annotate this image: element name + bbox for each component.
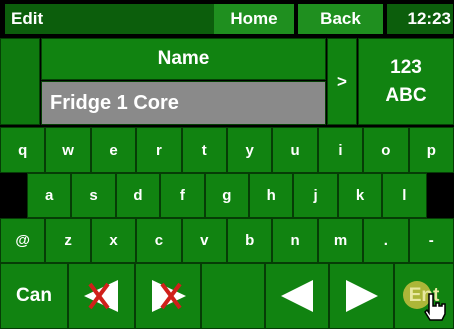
edit-title: Edit — [5, 4, 216, 34]
key-v[interactable]: v — [181, 218, 227, 263]
cursor-right-button[interactable]: > — [327, 38, 357, 125]
key-dash[interactable]: - — [408, 218, 454, 263]
key-period[interactable]: . — [363, 218, 409, 263]
clock: 12:23 — [387, 4, 453, 34]
key-a[interactable]: a — [27, 173, 72, 218]
key-x[interactable]: x — [90, 218, 137, 263]
mode-line-numbers: 123 — [390, 56, 422, 78]
key-u[interactable]: u — [272, 127, 318, 173]
key-n[interactable]: n — [272, 218, 318, 263]
delete-left-button[interactable] — [68, 263, 135, 329]
enter-button[interactable]: Ent — [394, 263, 454, 329]
key-h[interactable]: h — [249, 173, 294, 218]
arrow-right-icon — [345, 280, 378, 312]
key-e[interactable]: e — [90, 127, 137, 173]
cursor-right-arrow-button[interactable] — [329, 263, 394, 329]
key-l[interactable]: l — [382, 173, 427, 218]
key-m[interactable]: m — [317, 218, 364, 263]
blank-key — [201, 263, 265, 329]
key-s[interactable]: s — [71, 173, 116, 218]
key-g[interactable]: g — [204, 173, 249, 218]
mode-toggle-button[interactable]: 123 ABC — [358, 38, 454, 125]
name-input[interactable]: Fridge 1 Core — [41, 81, 326, 125]
key-p[interactable]: p — [408, 127, 454, 173]
key-f[interactable]: f — [160, 173, 205, 218]
key-q[interactable]: q — [0, 127, 46, 173]
key-j[interactable]: j — [293, 173, 338, 218]
key-w[interactable]: w — [45, 127, 91, 173]
cursor-left-button[interactable] — [265, 263, 329, 329]
row-edge-spacer — [427, 173, 454, 218]
key-i[interactable]: i — [317, 127, 364, 173]
key-at[interactable]: @ — [0, 218, 46, 263]
key-t[interactable]: t — [181, 127, 227, 173]
row-edge-spacer — [0, 173, 27, 218]
hand-cursor-icon — [424, 293, 446, 321]
key-o[interactable]: o — [363, 127, 409, 173]
key-y[interactable]: y — [227, 127, 273, 173]
key-d[interactable]: d — [115, 173, 161, 218]
delete-left-icon — [83, 280, 118, 312]
back-button[interactable]: Back — [298, 4, 383, 34]
key-c[interactable]: c — [136, 218, 182, 263]
delete-right-icon — [152, 280, 186, 312]
home-button[interactable]: Home — [214, 4, 294, 34]
key-z[interactable]: z — [45, 218, 91, 263]
mode-line-letters: ABC — [385, 84, 427, 106]
left-panel — [0, 38, 40, 125]
arrow-left-icon — [281, 280, 313, 312]
field-label: Name — [41, 38, 326, 80]
delete-right-button[interactable] — [135, 263, 201, 329]
key-k[interactable]: k — [337, 173, 383, 218]
key-r[interactable]: r — [136, 127, 182, 173]
cancel-button[interactable]: Can — [0, 263, 68, 329]
key-b[interactable]: b — [227, 218, 273, 263]
